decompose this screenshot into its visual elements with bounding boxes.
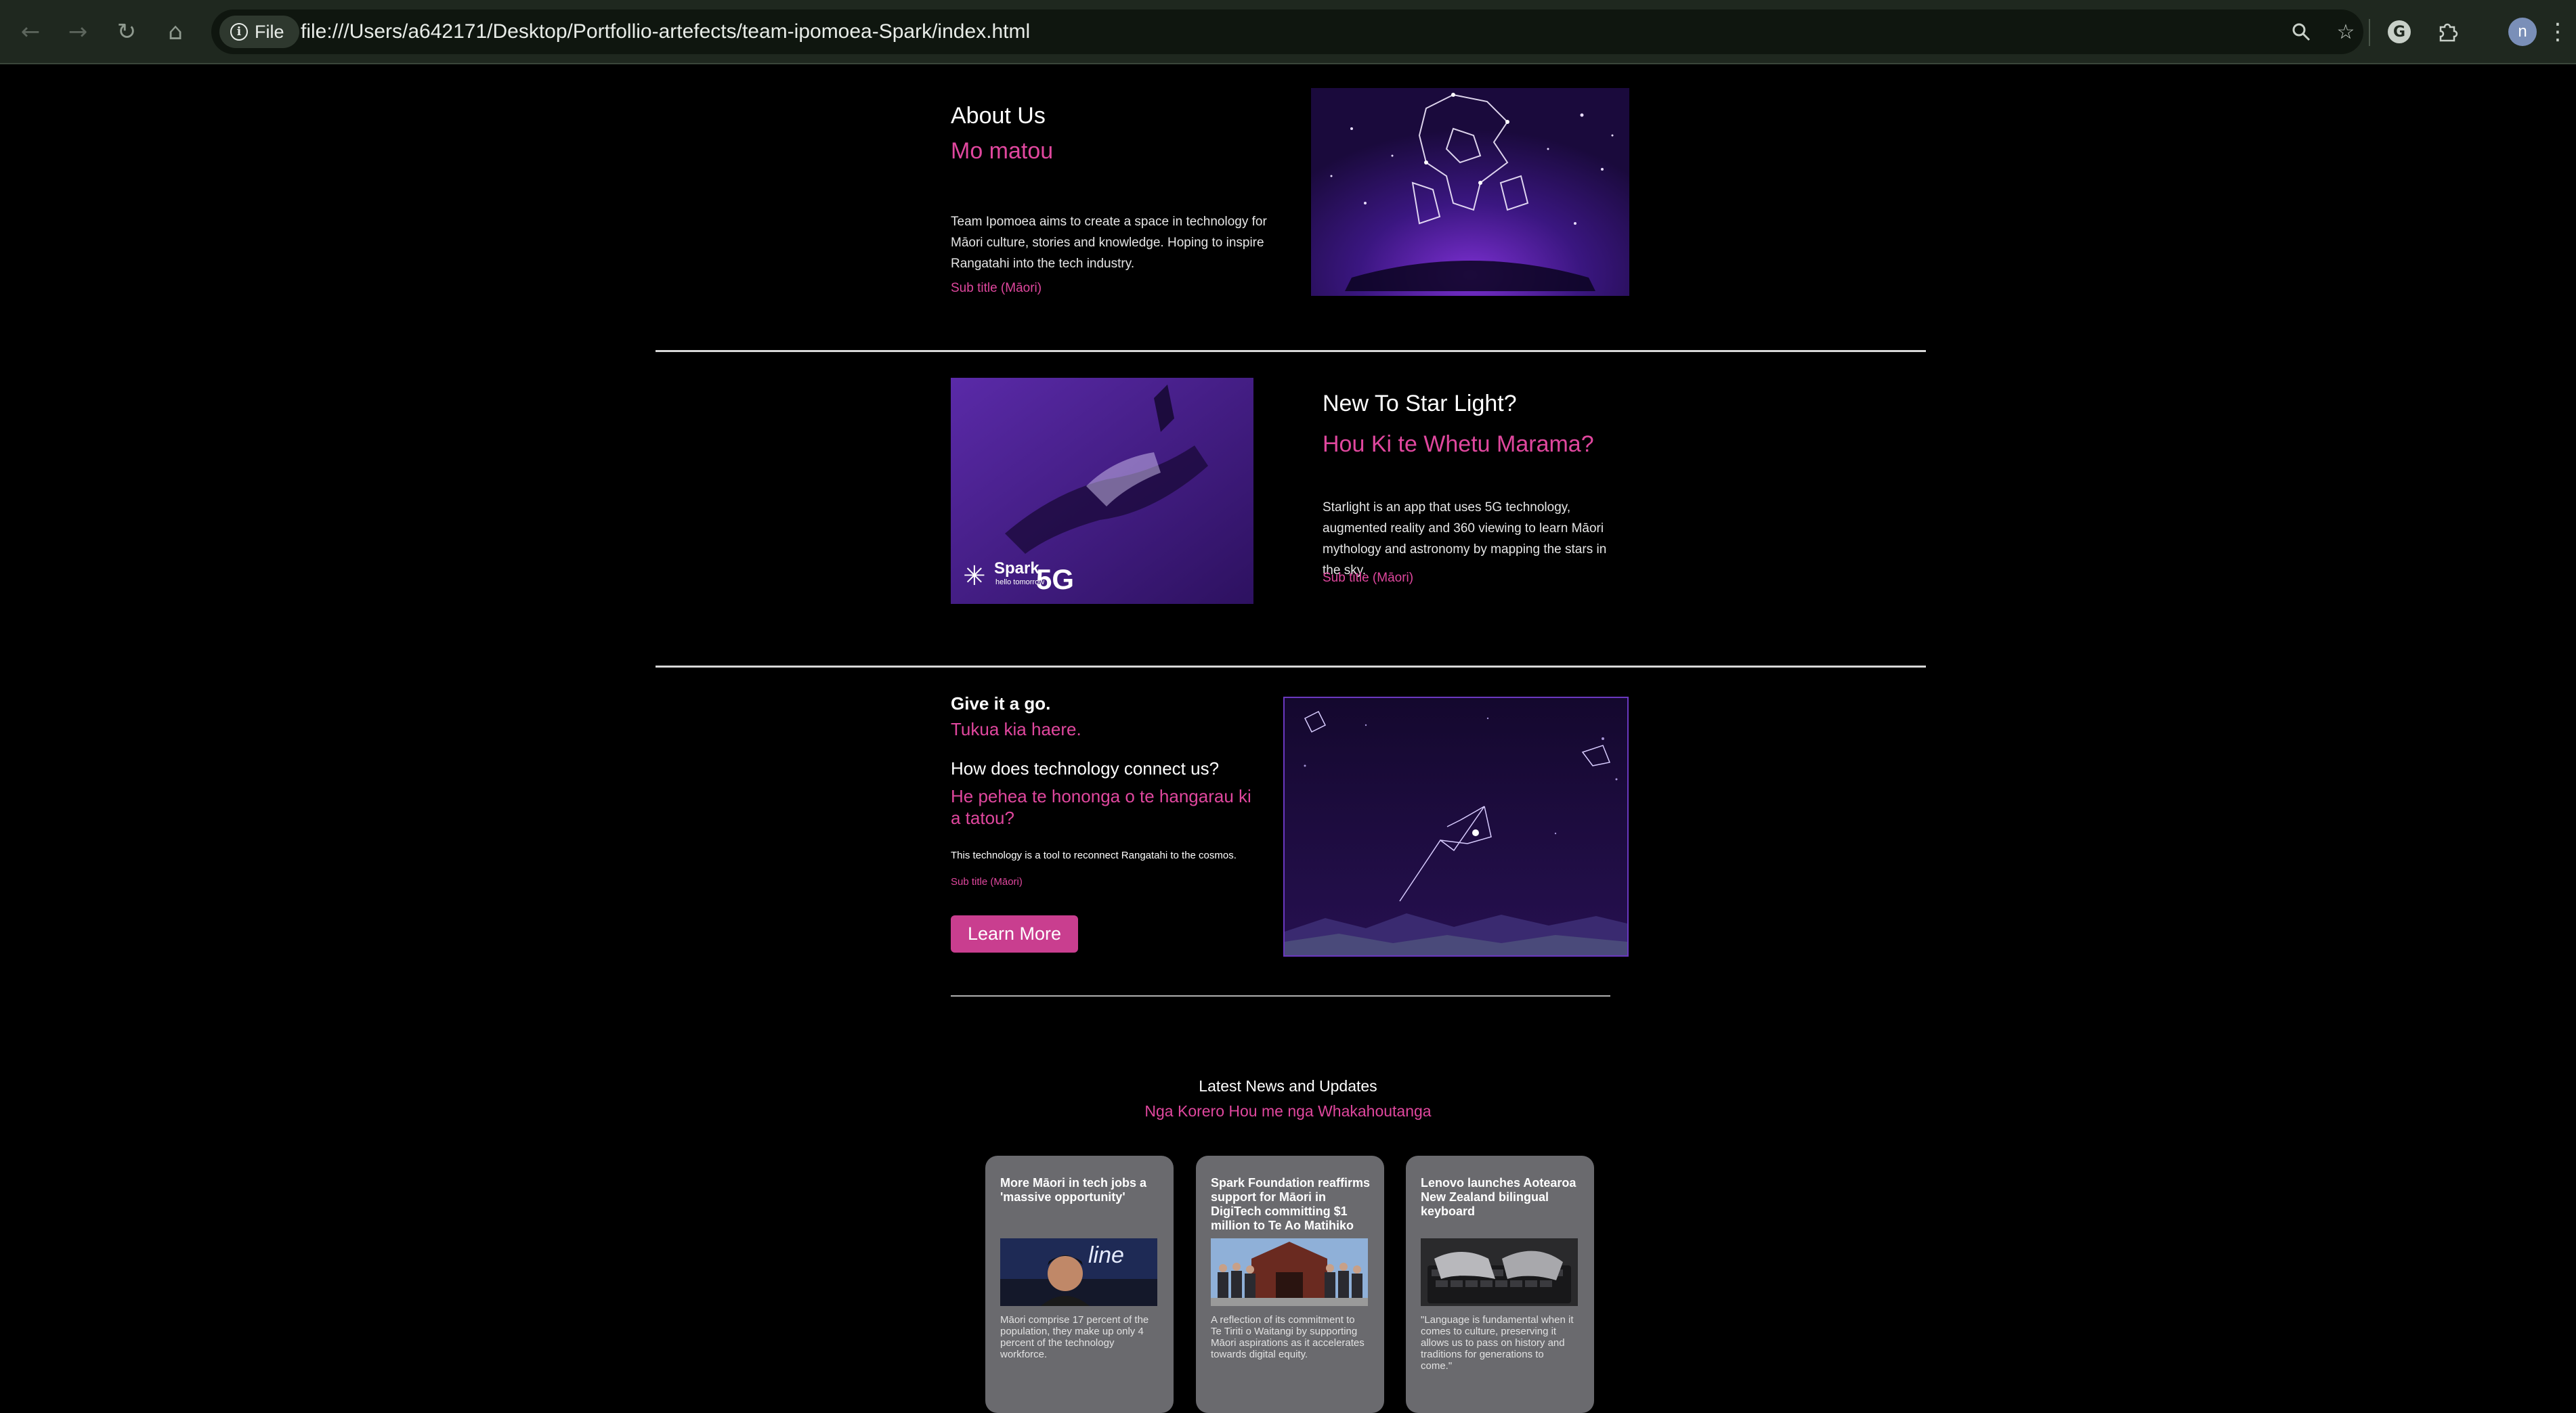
question-title-maori: He pehea te hononga o te hangarau ki a t… xyxy=(951,786,1251,828)
about-subtitle: Sub title (Māori) xyxy=(951,281,1042,295)
news-card-title[interactable]: Spark Foundation reaffirms support for M… xyxy=(1211,1176,1373,1233)
bookmark-star-icon[interactable]: ☆ xyxy=(2331,17,2361,47)
home-icon[interactable]: ⌂ xyxy=(158,15,192,49)
starlight-body: Starlight is an app that uses 5G technol… xyxy=(1323,500,1607,578)
about-constellation-image xyxy=(1311,88,1629,296)
news-card-desc: Māori comprise 17 percent of the populat… xyxy=(1000,1314,1149,1360)
extensions-puzzle-icon[interactable] xyxy=(2431,15,2465,49)
starlight-title-maori: Hou Ki te Whetu Marama? xyxy=(1323,431,1594,457)
news-title: Latest News and Updates xyxy=(1199,1077,1377,1095)
news-card[interactable]: Spark Foundation reaffirms support for M… xyxy=(1196,1156,1384,1413)
info-icon: i xyxy=(230,23,248,41)
giveitago-body: This technology is a tool to reconnect R… xyxy=(951,850,1237,861)
news-card-image-text: line xyxy=(1088,1242,1124,1268)
news-card-desc: "Language is fundamental when it comes t… xyxy=(1421,1314,1574,1372)
zoom-icon[interactable] xyxy=(2286,17,2316,47)
back-arrow-icon[interactable]: ← xyxy=(14,15,47,49)
news-card-title[interactable]: More Māori in tech jobs a 'massive oppor… xyxy=(1000,1176,1163,1204)
spark-star-icon: ✳ xyxy=(963,561,986,592)
menu-kebab-icon[interactable]: ⋮ xyxy=(2546,15,2569,49)
news-title-maori: Nga Korero Hou me nga Whakahoutanga xyxy=(1144,1102,1432,1120)
site-info-chip[interactable]: i File xyxy=(219,16,299,48)
site-info-label: File xyxy=(255,21,284,42)
about-body: Team Ipomoea aims to create a space in t… xyxy=(951,215,1267,271)
starlight-subtitle: Sub title (Māori) xyxy=(1323,571,1414,585)
about-title: About Us xyxy=(951,103,1046,129)
reload-icon[interactable]: ↻ xyxy=(110,15,144,49)
giveitago-title-maori: Tukua kia haere. xyxy=(951,719,1081,739)
news-card[interactable]: More Māori in tech jobs a 'massive oppor… xyxy=(985,1156,1174,1413)
news-card-title[interactable]: Lenovo launches Aotearoa New Zealand bil… xyxy=(1421,1176,1583,1219)
news-card-image xyxy=(1211,1238,1368,1306)
news-card-desc: A reflection of its commitment to Te Tir… xyxy=(1211,1314,1365,1360)
section-divider-1 xyxy=(656,350,1926,352)
browser-toolbar: ← → ↻ ⌂ i File file:///Users/a642171/Des… xyxy=(0,0,2576,64)
section-divider-3 xyxy=(951,995,1610,997)
question-title: How does technology connect us? xyxy=(951,758,1220,779)
grammarly-icon[interactable]: G xyxy=(2382,15,2416,49)
url-text[interactable]: file:///Users/a642171/Desktop/Portfollio… xyxy=(301,9,1030,54)
giveitago-title: Give it a go. xyxy=(951,693,1051,714)
promo-brand: Spark xyxy=(994,559,1039,578)
starlight-promo-image: ✳ Spark hello tomorrow 5G xyxy=(951,378,1253,604)
giveitago-subtitle: Sub title (Māori) xyxy=(951,876,1023,888)
section-divider-2 xyxy=(656,666,1926,668)
about-title-maori: Mo matou xyxy=(951,138,1054,164)
profile-avatar[interactable]: n xyxy=(2508,18,2537,46)
promo-5g-badge: 5G xyxy=(1036,563,1075,595)
forward-arrow-icon[interactable]: → xyxy=(61,15,95,49)
starlight-title: New To Star Light? xyxy=(1323,391,1517,416)
news-card-image: line xyxy=(1000,1238,1157,1306)
address-bar[interactable]: i File file:///Users/a642171/Desktop/Por… xyxy=(211,9,2363,54)
toolbar-divider xyxy=(2369,19,2370,46)
learn-more-button[interactable]: Learn More xyxy=(951,915,1078,953)
night-sky-image xyxy=(1283,697,1629,957)
news-card-image xyxy=(1421,1238,1578,1306)
news-card[interactable]: Lenovo launches Aotearoa New Zealand bil… xyxy=(1406,1156,1594,1413)
